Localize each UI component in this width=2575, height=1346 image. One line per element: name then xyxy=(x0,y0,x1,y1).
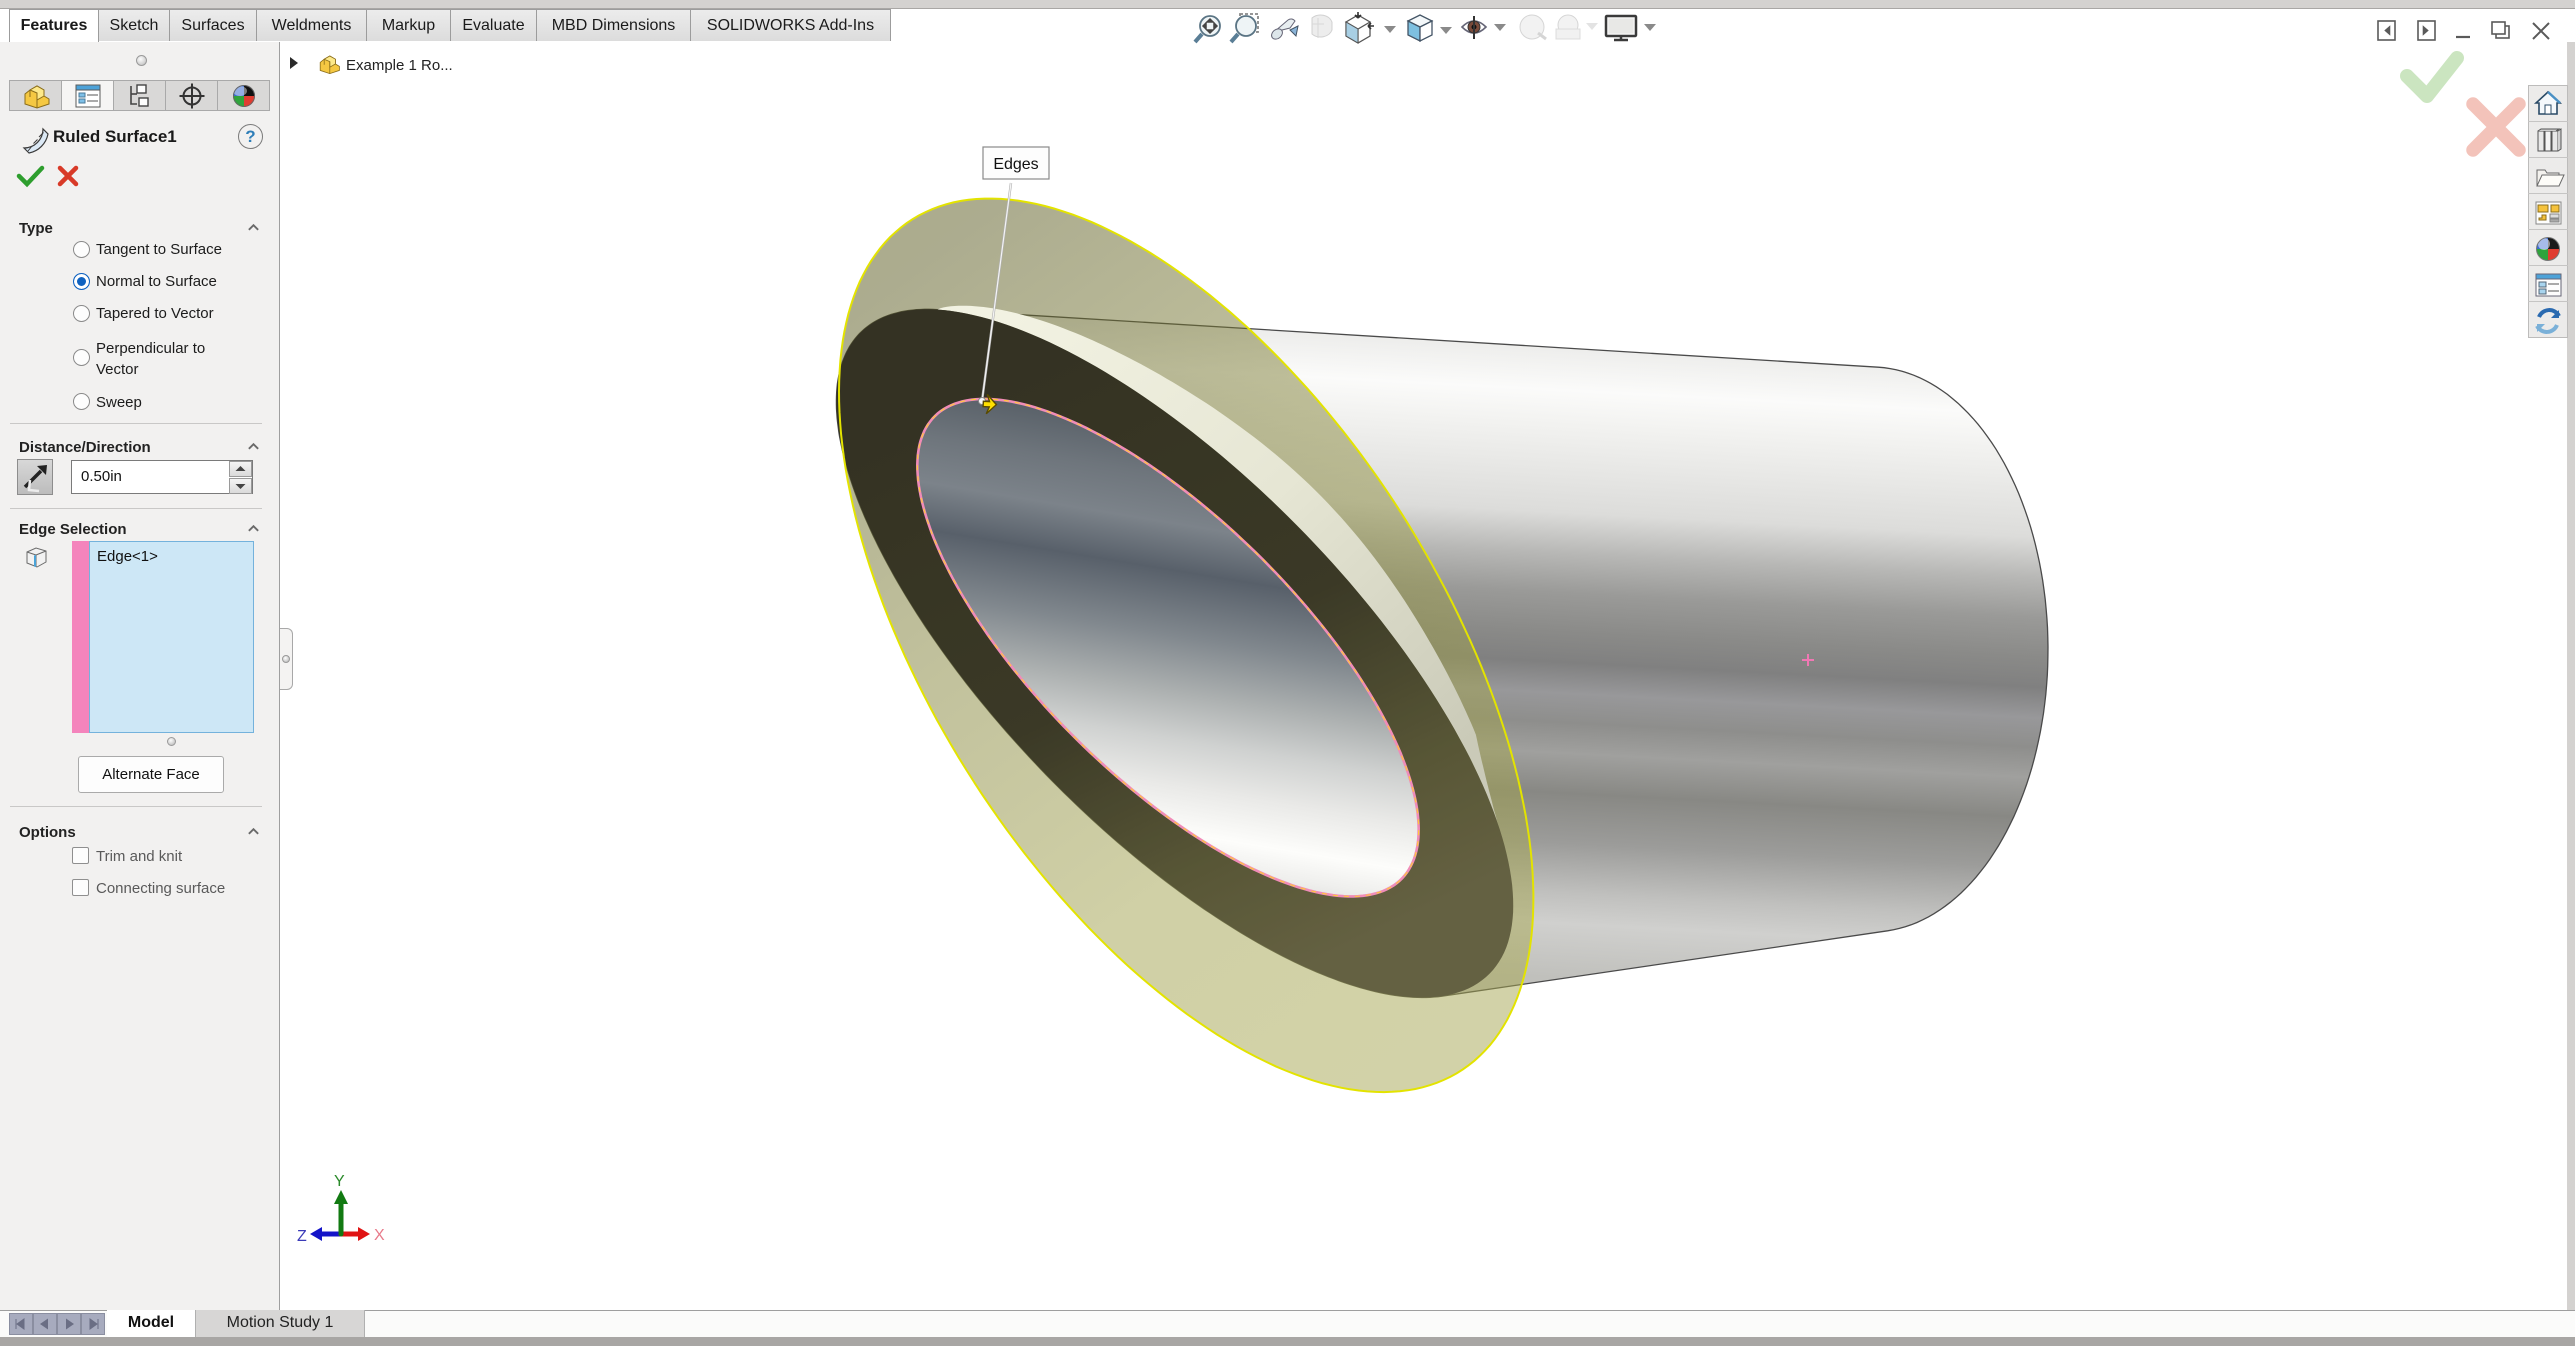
svg-text:Z: Z xyxy=(297,1228,307,1245)
svg-text:Y: Y xyxy=(334,1173,345,1190)
svg-text:X: X xyxy=(374,1227,385,1244)
svg-text:Edges: Edges xyxy=(993,156,1038,173)
